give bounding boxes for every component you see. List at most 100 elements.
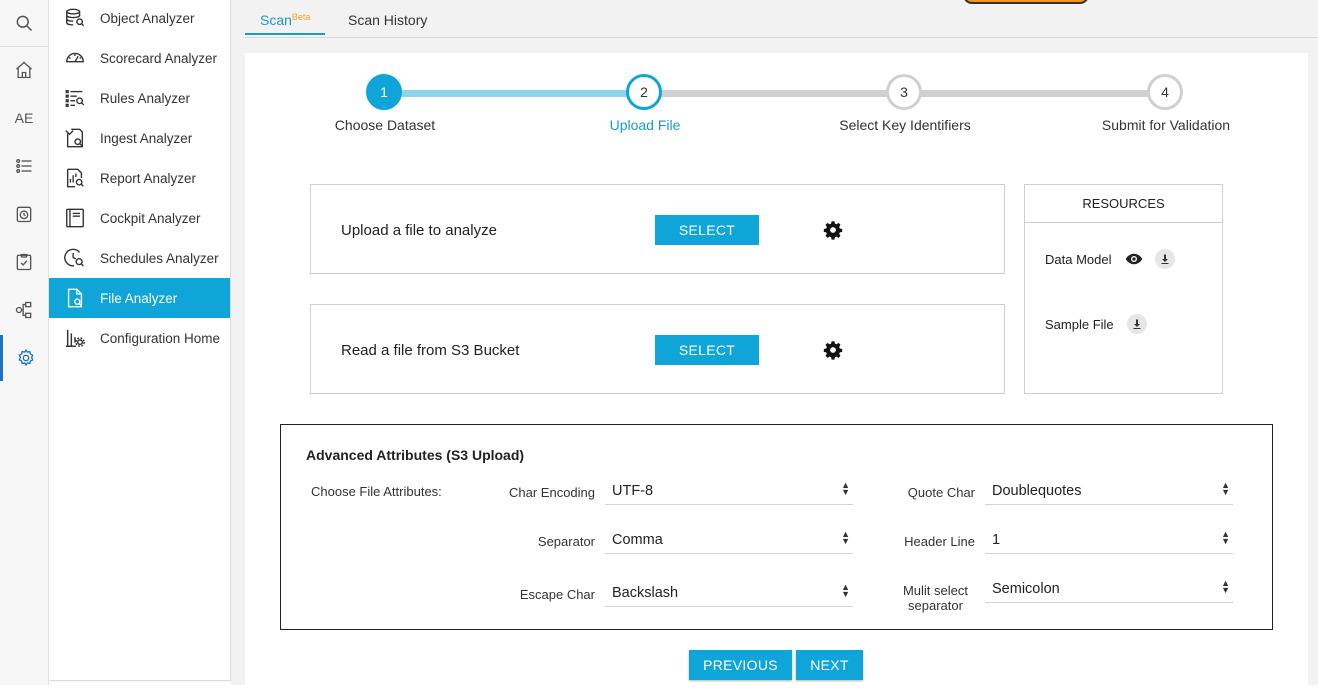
header-line-value: 1 (992, 532, 1000, 548)
s3-read-label: Read a file from S3 Bucket (341, 342, 519, 359)
upload-settings-gear-icon[interactable] (823, 220, 843, 240)
char-encoding-select[interactable]: UTF-8 ▲▼ (605, 481, 853, 505)
step-2-circle[interactable]: 2 (626, 74, 662, 110)
menu-item-configuration-home[interactable]: Configuration Home (49, 318, 230, 358)
menu-item-label: Report Analyzer (100, 171, 196, 186)
main-content: ScanBeta Scan History 1 2 3 4 Choose Dat… (231, 0, 1318, 685)
menu-item-label: Scorecard Analyzer (100, 51, 217, 66)
advanced-title: Advanced Attributes (S3 Upload) (306, 447, 524, 463)
upload-panel: 1 2 3 4 Choose Dataset Upload File Selec… (245, 53, 1308, 685)
config-bars-icon (63, 326, 87, 350)
multi-select-separator-label: Mulit select separator (903, 583, 968, 613)
header-line-label: Header Line (904, 534, 975, 549)
choose-file-attributes-label: Choose File Attributes: (311, 484, 442, 499)
beta-badge: Beta (292, 12, 311, 22)
step-1-circle[interactable]: 1 (366, 74, 402, 110)
report-chart-icon (63, 166, 87, 190)
step-3-circle[interactable]: 3 (886, 74, 922, 110)
menu-item-label: Ingest Analyzer (100, 131, 192, 146)
header-line-select[interactable]: 1 ▲▼ (985, 530, 1233, 554)
step-4-circle[interactable]: 4 (1147, 74, 1183, 110)
sample-file-download-icon[interactable] (1127, 314, 1147, 334)
char-encoding-value: UTF-8 (612, 483, 653, 499)
tab-scan-history[interactable]: Scan History (348, 8, 427, 35)
clipboard-check-icon[interactable] (0, 239, 48, 285)
tab-scan[interactable]: ScanBeta (245, 8, 325, 35)
char-encoding-label: Char Encoding (509, 485, 595, 500)
select-arrows-icon: ▲▼ (841, 531, 850, 545)
step-3-label: Select Key Identifiers (839, 117, 971, 133)
gauge-icon (63, 46, 87, 70)
ae-nav-item[interactable]: AE (0, 95, 48, 141)
menu-item-object-analyzer[interactable]: Object Analyzer (49, 0, 230, 38)
sample-file-label: Sample File (1045, 317, 1114, 332)
menu-item-scorecard-analyzer[interactable]: Scorecard Analyzer (49, 38, 230, 78)
data-model-row: Data Model (1045, 249, 1175, 269)
database-search-icon (63, 6, 87, 30)
select-arrows-icon: ▲▼ (1221, 482, 1230, 496)
resources-panel: RESOURCES Data Model Sample File (1024, 184, 1223, 394)
analyzer-menu: Object Analyzer Scorecard Analyzer Rules… (49, 0, 231, 681)
escape-char-value: Backslash (612, 585, 678, 601)
search-icon[interactable] (0, 0, 48, 46)
menu-item-cockpit-analyzer[interactable]: Cockpit Analyzer (49, 198, 230, 238)
menu-item-label: Object Analyzer (100, 11, 195, 26)
data-model-download-icon[interactable] (1155, 249, 1175, 269)
hierarchy-icon[interactable] (0, 287, 48, 333)
advanced-attributes-panel: Advanced Attributes (S3 Upload) Choose F… (280, 424, 1273, 630)
upload-select-button[interactable]: SELECT (655, 215, 759, 245)
menu-item-report-analyzer[interactable]: Report Analyzer (49, 158, 230, 198)
file-search-icon (63, 286, 87, 310)
icon-rail: AE (0, 0, 49, 685)
tab-bar: ScanBeta Scan History (245, 0, 1318, 38)
s3-read-box: Read a file from S3 Bucket SELECT (310, 304, 1005, 394)
multi-sep-value: Semicolon (992, 581, 1060, 597)
eye-icon[interactable] (1125, 250, 1143, 268)
separator-value: Comma (612, 532, 663, 548)
multi-sep-label-line-1: Mulit select (903, 583, 968, 598)
multi-select-separator-select[interactable]: Semicolon ▲▼ (985, 579, 1233, 603)
list-settings-icon[interactable] (0, 143, 48, 189)
select-arrows-icon: ▲▼ (841, 482, 850, 496)
settings-gear-icon[interactable] (0, 335, 48, 381)
select-arrows-icon: ▲▼ (841, 584, 850, 598)
home-icon[interactable] (0, 47, 48, 93)
menu-item-schedules-analyzer[interactable]: Schedules Analyzer (49, 238, 230, 278)
data-model-label: Data Model (1045, 252, 1111, 267)
menu-item-label: Cockpit Analyzer (100, 211, 201, 226)
resources-title: RESOURCES (1025, 185, 1222, 223)
clock-icon[interactable] (0, 191, 48, 237)
ingest-document-icon (63, 126, 87, 150)
rules-list-icon (63, 86, 87, 110)
quote-char-select[interactable]: Doublequotes ▲▼ (985, 481, 1233, 505)
previous-button[interactable]: PREVIOUS (689, 650, 792, 680)
next-button[interactable]: NEXT (796, 650, 863, 680)
schedule-clock-icon (63, 246, 87, 270)
quote-char-label: Quote Char (908, 485, 975, 500)
escape-char-select[interactable]: Backslash ▲▼ (605, 583, 853, 607)
upload-local-label: Upload a file to analyze (341, 222, 497, 239)
book-icon (63, 206, 87, 230)
step-track-complete (384, 90, 644, 97)
select-arrows-icon: ▲▼ (1221, 580, 1230, 594)
menu-item-label: Configuration Home (100, 331, 220, 346)
menu-item-ingest-analyzer[interactable]: Ingest Analyzer (49, 118, 230, 158)
step-4-label: Submit for Validation (1102, 117, 1230, 133)
select-arrows-icon: ▲▼ (1221, 531, 1230, 545)
quote-char-value: Doublequotes (992, 483, 1082, 499)
separator-select[interactable]: Comma ▲▼ (605, 530, 853, 554)
escape-char-label: Escape Char (520, 587, 595, 602)
separator-label: Separator (538, 534, 595, 549)
menu-item-file-analyzer[interactable]: File Analyzer (49, 278, 230, 318)
tab-scan-label: Scan (260, 12, 292, 28)
s3-select-button[interactable]: SELECT (655, 335, 759, 365)
menu-item-label: Schedules Analyzer (100, 251, 219, 266)
multi-sep-label-line-2: separator (903, 598, 968, 613)
s3-settings-gear-icon[interactable] (823, 340, 843, 360)
menu-item-label: Rules Analyzer (100, 91, 190, 106)
step-2-label: Upload File (610, 117, 681, 133)
sample-file-row: Sample File (1045, 314, 1147, 334)
step-1-label: Choose Dataset (335, 117, 435, 133)
menu-item-rules-analyzer[interactable]: Rules Analyzer (49, 78, 230, 118)
upload-local-box: Upload a file to analyze SELECT (310, 184, 1005, 274)
